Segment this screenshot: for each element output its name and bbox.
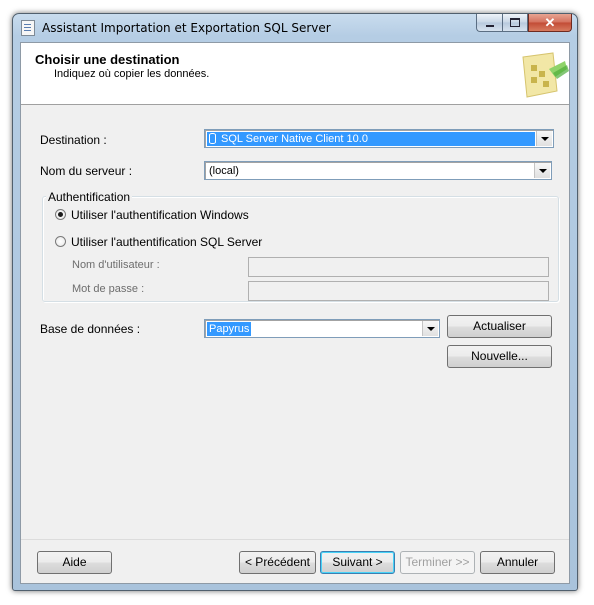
close-icon: ✕ <box>544 14 556 30</box>
maximize-button[interactable] <box>502 14 528 32</box>
cancel-button[interactable]: Annuler <box>480 551 555 574</box>
authentication-group-label: Authentification <box>46 190 133 204</box>
finish-button: Terminer >> <box>400 551 475 574</box>
username-label: Nom d'utilisateur : <box>72 259 160 271</box>
title-bar[interactable]: Assistant Importation et Exportation SQL… <box>13 14 577 42</box>
wizard-window: Assistant Importation et Exportation SQL… <box>12 13 578 591</box>
database-value: Papyrus <box>207 322 252 336</box>
destination-label: Destination : <box>40 133 107 147</box>
next-button[interactable]: Suivant > <box>320 551 395 574</box>
wizard-banner-icon <box>522 52 569 98</box>
chevron-down-icon[interactable] <box>536 131 552 146</box>
database-label: Base de données : <box>40 322 141 336</box>
page-title: Choisir une destination <box>35 52 180 67</box>
database-combo[interactable]: Papyrus <box>204 319 440 338</box>
password-label: Mot de passe : <box>72 283 145 295</box>
destination-selected-value: SQL Server Native Client 10.0 <box>207 132 535 146</box>
chevron-down-icon[interactable] <box>422 321 438 336</box>
maximize-icon <box>510 18 520 27</box>
help-button[interactable]: Aide <box>37 551 112 574</box>
password-field <box>248 281 549 301</box>
refresh-button[interactable]: Actualiser <box>447 315 552 338</box>
server-name-value: (local) <box>209 165 239 177</box>
dialog-client-area: Choisir une destination Indiquez où copi… <box>20 42 570 584</box>
chevron-down-icon[interactable] <box>534 163 550 178</box>
close-button[interactable]: ✕ <box>528 14 572 32</box>
app-icon <box>21 20 35 36</box>
footer-divider <box>21 539 569 540</box>
wizard-header: Choisir une destination Indiquez où copi… <box>21 43 569 105</box>
previous-button[interactable]: < Précédent <box>239 551 316 574</box>
auth-windows-label[interactable]: Utiliser l'authentification Windows <box>71 208 249 222</box>
destination-value-text: SQL Server Native Client 10.0 <box>221 133 368 145</box>
minimize-icon <box>485 24 494 27</box>
database-icon <box>209 133 216 144</box>
minimize-button[interactable] <box>476 14 502 32</box>
page-subtitle: Indiquez où copier les données. <box>54 68 210 80</box>
auth-windows-radio[interactable] <box>55 209 66 220</box>
auth-sql-radio[interactable] <box>55 236 66 247</box>
server-name-combo[interactable]: (local) <box>204 161 552 180</box>
window-title: Assistant Importation et Exportation SQL… <box>42 21 331 35</box>
new-database-button[interactable]: Nouvelle... <box>447 345 552 368</box>
auth-sql-label[interactable]: Utiliser l'authentification SQL Server <box>71 235 262 249</box>
destination-select[interactable]: SQL Server Native Client 10.0 <box>204 129 554 148</box>
username-field <box>248 257 549 277</box>
server-name-label: Nom du serveur : <box>40 164 133 178</box>
window-controls: ✕ <box>476 14 572 33</box>
